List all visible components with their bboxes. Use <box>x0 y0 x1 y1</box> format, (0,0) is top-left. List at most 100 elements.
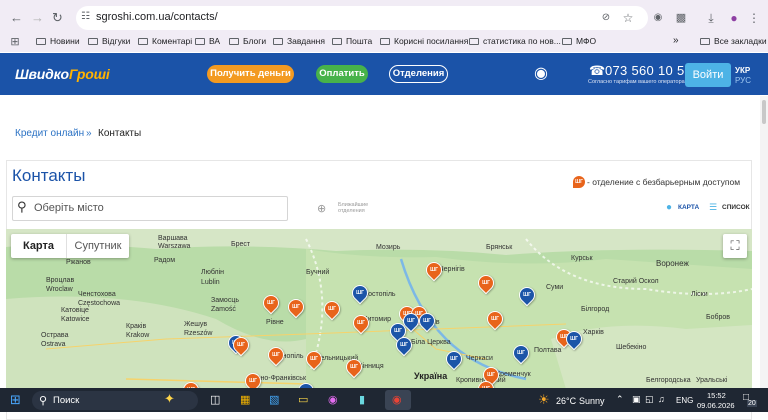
input-language[interactable]: ENG <box>676 396 693 405</box>
taskbar-search-label: Поиск <box>53 395 80 406</box>
login-button[interactable]: Войти <box>685 63 731 87</box>
lang-ukr[interactable]: УКР <box>735 66 750 75</box>
phone-number[interactable]: 073 560 10 50 <box>605 63 692 78</box>
site-info-icon[interactable]: ☷ <box>81 11 90 22</box>
forward-icon[interactable]: → <box>31 9 44 27</box>
bookmark-korysni[interactable]: Корисні посилання <box>380 36 468 46</box>
volume-icon[interactable]: ♫ <box>658 394 665 404</box>
bookmarks-overflow-icon[interactable]: » <box>673 36 679 46</box>
sun-weather-icon: ☀ <box>538 392 550 407</box>
folder-icon <box>88 38 98 45</box>
pay-button[interactable]: Оплатить <box>316 65 368 83</box>
branch-pin-label: ШГ <box>517 350 525 356</box>
view-list-toggle[interactable]: СПИСОК <box>722 204 750 211</box>
map-tab[interactable]: Карта <box>11 234 67 258</box>
bookmark-va[interactable]: ВА <box>195 36 220 46</box>
bookmark-mfo[interactable]: МФО <box>562 36 596 46</box>
map-place: Суми <box>546 284 564 291</box>
location-target-icon[interactable]: ⊕ <box>317 202 326 215</box>
site-logo[interactable]: ШвидкоГроші <box>15 66 110 82</box>
tray-overflow-icon[interactable]: ⌃ <box>616 394 624 405</box>
branch-pin-label: ШГ <box>292 304 300 310</box>
map-place: Харків <box>583 329 604 336</box>
fullscreen-icon[interactable]: ⛶ <box>723 234 747 258</box>
apps-grid-icon[interactable]: ⊞ <box>7 33 23 51</box>
clock-time[interactable]: 15:52 <box>707 391 726 400</box>
breadcrumb-parent[interactable]: Кредит онлайн <box>15 128 84 139</box>
branch-pin-label: ШГ <box>400 342 408 348</box>
search-icon: ⚲ <box>39 395 48 407</box>
clock-date[interactable]: 09.06.2026 <box>697 401 735 410</box>
back-icon[interactable]: ← <box>10 9 23 27</box>
map-place: Rzeszów <box>184 330 213 337</box>
extensions-icon[interactable]: ▩ <box>673 9 689 27</box>
bookmark-vidguky[interactable]: Відгуки <box>88 36 130 46</box>
bookmark-blogy[interactable]: Блоги <box>229 36 266 46</box>
map-place: Брянськ <box>486 244 513 251</box>
all-bookmarks[interactable]: Все закладки <box>700 36 767 46</box>
address-url: sgroshi.com.ua/contacts/ <box>96 11 218 23</box>
profile-avatar-icon[interactable]: ● <box>726 9 742 27</box>
copilot-icon[interactable]: ◉ <box>328 393 338 406</box>
sticky-notes-icon[interactable]: ▮ <box>359 393 365 406</box>
nearest-branches-line2[interactable]: отделения <box>338 208 365 214</box>
chrome-taskbar-button[interactable]: ◉ <box>385 390 411 410</box>
calculator-icon[interactable]: ▧ <box>269 393 279 406</box>
satellite-tab[interactable]: Супутник <box>67 234 129 258</box>
notification-count: 20 <box>747 400 757 407</box>
menu-kebab-icon[interactable]: ⋮ <box>746 9 762 27</box>
map-place: Ліски <box>691 291 708 298</box>
map-place: Вроцлав <box>46 277 75 284</box>
branch-pin-label: ШГ <box>430 267 438 273</box>
map-place: Warszawa <box>158 243 191 250</box>
map-place: Черкаси <box>466 355 493 362</box>
map-place: Zamość <box>211 306 236 313</box>
task-view-icon[interactable]: ◫ <box>210 393 220 406</box>
map-place: Кременчук <box>496 371 531 378</box>
scrollbar-thumb[interactable] <box>762 100 766 124</box>
eye-off-icon[interactable]: ⊘ <box>598 9 614 27</box>
map-place: Уральські <box>696 377 728 384</box>
page-scrollbar[interactable] <box>760 96 768 388</box>
bookmark-star-icon[interactable]: ☆ <box>620 9 636 27</box>
tray-app-icon[interactable]: ▣ <box>632 394 641 405</box>
map-place: Шебекіно <box>616 344 647 351</box>
folder-icon <box>36 38 46 45</box>
weather-temp[interactable]: 26°C <box>556 396 576 406</box>
windows-start-icon[interactable]: ⊞ <box>10 392 21 408</box>
network-icon[interactable]: ◱ <box>645 394 654 405</box>
folder-icon <box>700 38 710 45</box>
branches-button[interactable]: Отделения <box>389 65 448 83</box>
branches-map[interactable]: Варшава Warszawa Люблін Lublin Вроцлав W… <box>6 229 752 389</box>
map-place: Брест <box>231 241 251 248</box>
map-place-country: Україна <box>414 371 448 381</box>
map-place: Katowice <box>61 316 90 323</box>
tariff-note: Согласно тарифам вашего оператора <box>588 79 685 85</box>
get-money-button[interactable]: Получить деньги <box>207 65 294 83</box>
map-place: Білгород <box>581 306 610 313</box>
lang-rus[interactable]: РУС <box>735 76 751 85</box>
map-place: Бучний <box>306 269 330 276</box>
phone-icon: ☎ <box>589 63 606 78</box>
camera-icon[interactable]: ◉ <box>650 9 666 27</box>
reload-icon[interactable]: ↻ <box>52 9 63 27</box>
file-explorer-icon[interactable]: ▭ <box>298 393 308 406</box>
legend-text: - отделение с безбарьерным доступом <box>587 177 741 187</box>
map-place: Жешув <box>184 321 208 328</box>
branch-pin-label: ШГ <box>482 280 490 286</box>
accessibility-eye-icon[interactable]: ◉ <box>534 65 548 83</box>
bookmark-zavdannya[interactable]: Завдання <box>273 36 325 46</box>
map-place: Бобров <box>706 314 731 321</box>
map-pin-icon: ● <box>666 202 673 213</box>
view-map-toggle[interactable]: КАРТА <box>678 204 699 211</box>
weather-desc[interactable]: Sunny <box>579 396 605 406</box>
map-place: Częstochowa <box>78 300 121 307</box>
windows-store-icon[interactable]: ▦ <box>240 393 250 406</box>
map-place: Ржанов <box>66 259 91 266</box>
bookmark-statystyka[interactable]: статистика по нов... <box>469 36 561 46</box>
map-place: Костопіль <box>364 291 396 298</box>
download-icon[interactable]: ⤓ <box>703 9 719 27</box>
bookmark-poshta[interactable]: Пошта <box>332 36 372 46</box>
bookmark-komentari[interactable]: Коментарі <box>138 36 192 46</box>
bookmark-novyny[interactable]: Новини <box>36 36 80 46</box>
